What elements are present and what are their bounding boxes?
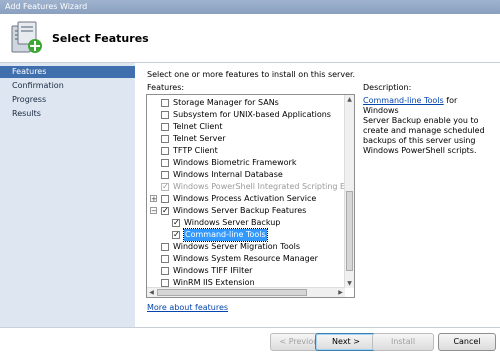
feature-checkbox[interactable] [161,279,169,287]
install-button[interactable]: Install [372,333,434,351]
feature-row[interactable]: Subsystem for UNIX-based Applications [147,109,342,121]
description-line-4: backups of this server using [363,136,476,145]
feature-label: Windows TIFF IFilter [173,266,253,275]
feature-label: Windows Server Migration Tools [173,242,300,251]
vertical-scroll-thumb[interactable] [346,191,353,271]
feature-row[interactable]: − Windows Server Backup Features [147,205,342,217]
feature-label: Windows Process Activation Service [173,194,317,203]
feature-row[interactable]: Storage Manager for SANs [147,97,342,109]
intro-text: Select one or more features to install o… [147,70,356,79]
feature-row[interactable]: Telnet Server [147,133,342,145]
feature-row[interactable]: Command-line Tools [147,228,342,242]
add-features-wizard-window: Add Features Wizard Select Features Feat… [0,0,500,363]
feature-checkbox[interactable] [161,111,169,119]
features-label: Features: [147,83,185,92]
wizard-steps-nav: Features Confirmation Progress Results [0,63,135,338]
nav-item-features[interactable]: Features [0,66,135,78]
feature-checkbox[interactable] [161,123,169,131]
feature-row[interactable]: Windows Internal Database [147,169,342,181]
feature-checkbox[interactable] [161,243,169,251]
scroll-left-icon[interactable]: ◀ [147,288,156,297]
feature-row[interactable]: Windows System Resource Manager [147,253,342,265]
scroll-down-icon[interactable]: ▼ [345,279,354,288]
feature-row[interactable]: Windows Server Migration Tools [147,241,342,253]
feature-row[interactable]: Windows Server Backup [147,217,342,229]
description-heading: Description: [363,83,412,92]
vertical-scrollbar[interactable]: ▲ ▼ [344,95,354,288]
feature-checkbox[interactable] [161,267,169,275]
wizard-server-icon [11,21,42,53]
description-line-2: Server Backup enable you to [363,116,479,125]
feature-row[interactable]: TFTP Client [147,145,342,157]
feature-label: Windows Biometric Framework [173,158,297,167]
feature-label: Storage Manager for SANs [173,98,279,107]
feature-label: Telnet Server [173,134,226,143]
expand-icon[interactable]: + [150,195,157,203]
description-text: Command-line Tools for Windows Server Ba… [363,96,491,156]
feature-row[interactable]: Telnet Client [147,121,342,133]
feature-label: Telnet Client [173,122,223,131]
feature-label: Windows System Resource Manager [173,254,318,263]
features-tree[interactable]: Storage Manager for SANs Subsystem for UN… [146,94,355,298]
feature-checkbox[interactable] [161,99,169,107]
feature-label: TFTP Client [173,146,218,155]
feature-row[interactable]: + Windows Process Activation Service [147,193,342,205]
feature-checkbox[interactable] [172,217,180,229]
feature-row[interactable]: Windows PowerShell Integrated Scripting … [147,181,354,193]
next-button[interactable]: Next > [315,333,377,351]
wizard-header: Select Features [0,14,500,63]
description-line-5: Windows PowerShell scripts. [363,146,477,155]
feature-row[interactable]: Windows TIFF IFilter [147,265,342,277]
feature-checkbox[interactable] [161,205,169,217]
feature-label: Windows PowerShell Integrated Scripting … [173,182,355,191]
feature-checkbox[interactable] [161,159,169,167]
horizontal-scroll-thumb[interactable] [157,289,307,296]
more-about-features-link[interactable]: More about features [147,303,228,312]
scroll-up-icon[interactable]: ▲ [345,95,354,104]
feature-label: Windows Internal Database [173,170,283,179]
horizontal-scrollbar[interactable]: ◀ ▶ [147,287,345,297]
feature-label: Subsystem for UNIX-based Applications [173,110,331,119]
feature-checkbox[interactable] [161,195,169,203]
cancel-button[interactable]: Cancel [438,333,496,351]
description-feature-link[interactable]: Command-line Tools [363,96,444,105]
nav-item-progress[interactable]: Progress [0,94,135,106]
feature-label: Windows Server Backup Features [173,206,307,215]
feature-label: Command-line Tools [183,228,268,242]
description-line-3: create and manage scheduled [363,126,485,135]
feature-checkbox[interactable] [161,255,169,263]
scroll-right-icon[interactable]: ▶ [336,288,345,297]
page-title: Select Features [52,32,149,45]
feature-checkbox[interactable] [172,229,180,241]
feature-row[interactable]: Windows Biometric Framework [147,157,342,169]
collapse-icon[interactable]: − [150,207,157,215]
nav-item-confirmation[interactable]: Confirmation [0,80,135,92]
feature-label: Windows Server Backup [184,218,281,227]
feature-checkbox[interactable] [161,171,169,179]
feature-checkbox[interactable] [161,135,169,143]
feature-checkbox[interactable] [161,181,169,193]
feature-checkbox[interactable] [161,147,169,155]
nav-item-results[interactable]: Results [0,108,135,120]
window-title: Add Features Wizard [0,0,500,14]
